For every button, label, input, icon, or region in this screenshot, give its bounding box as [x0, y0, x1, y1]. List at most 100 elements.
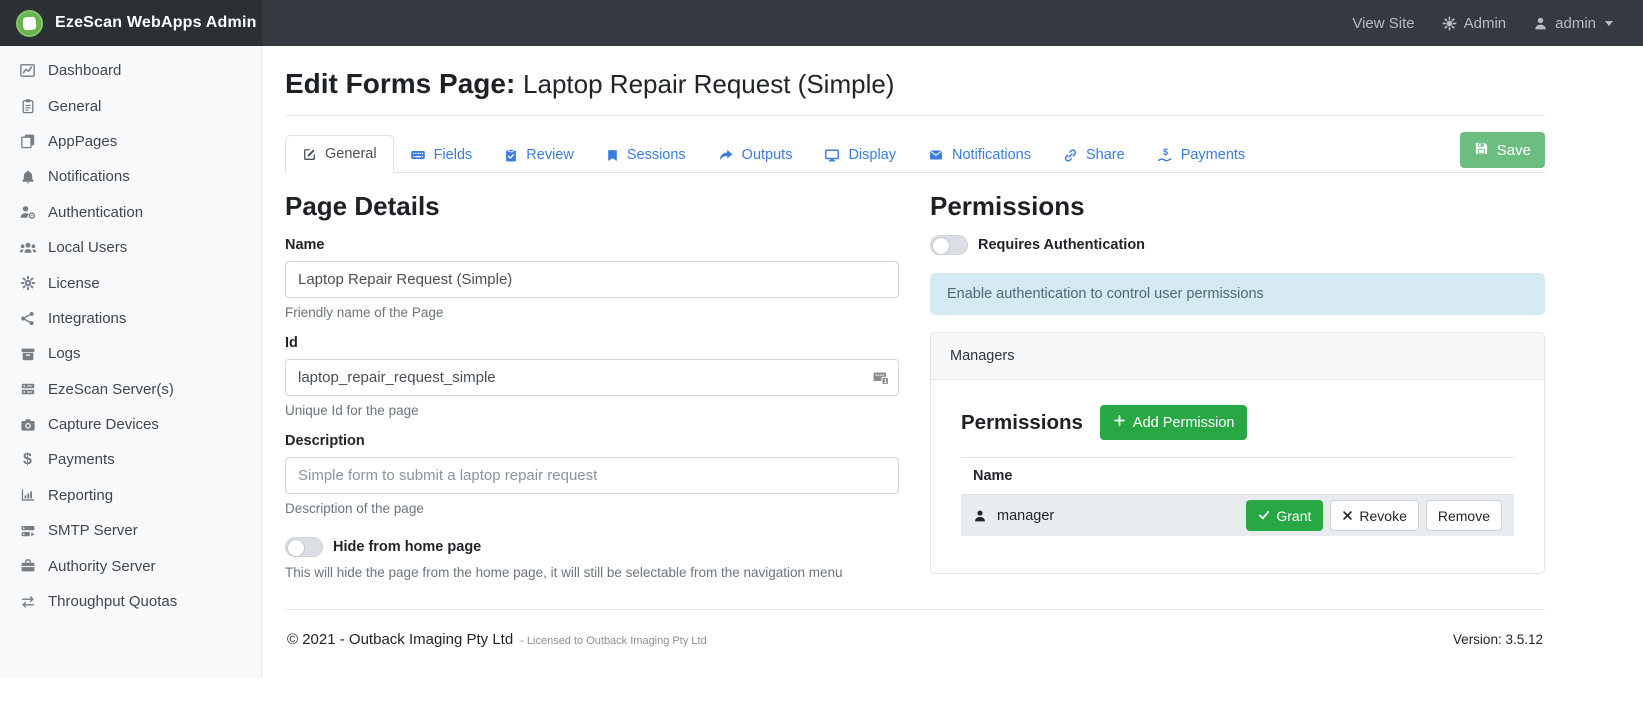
remove-label: Remove [1438, 508, 1490, 524]
sidebar-item-label: Integrations [48, 310, 126, 327]
sidebar-item-label: Authority Server [48, 558, 156, 575]
server-icon [17, 381, 38, 397]
sidebar-item-authentication[interactable]: Authentication [0, 195, 261, 230]
tab-review[interactable]: Review [488, 137, 590, 173]
navbar-brand[interactable]: EzeScan WebApps Admin [0, 0, 262, 46]
bell-icon [17, 169, 38, 185]
keyboard-icon [410, 147, 426, 163]
user-icon [973, 509, 987, 523]
share-nodes-icon [17, 311, 38, 326]
sidebar-item-label: Payments [48, 451, 115, 468]
requires-auth-label: Requires Authentication [978, 237, 1145, 253]
grant-button[interactable]: Grant [1246, 500, 1323, 531]
briefcase-icon [17, 558, 38, 574]
tab-sessions[interactable]: Sessions [590, 137, 702, 173]
managers-panel-header[interactable]: Managers [931, 333, 1544, 380]
sidebar-item-notifications[interactable]: Notifications [0, 159, 261, 194]
sidebar-item-smtp-server[interactable]: SMTP Server [0, 513, 261, 548]
name-input[interactable] [285, 261, 899, 298]
tab-notifications[interactable]: Notifications [912, 137, 1047, 173]
tab-payments[interactable]: $ Payments [1141, 137, 1261, 173]
user-menu[interactable]: admin [1533, 15, 1613, 32]
archive-icon [17, 346, 38, 362]
revoke-label: Revoke [1359, 508, 1406, 524]
managers-card-body: Permissions Add Permission [931, 380, 1544, 573]
hide-from-home-help: This will hide the page from the home pa… [285, 565, 899, 580]
remove-button[interactable]: Remove [1426, 500, 1502, 531]
description-help: Description of the page [285, 501, 899, 516]
plus-icon [1113, 414, 1126, 431]
admin-link[interactable]: Admin [1442, 15, 1507, 32]
tab-label: Sessions [627, 147, 686, 163]
floppy-icon [1474, 141, 1489, 160]
sidebar-item-label: Authentication [48, 204, 143, 221]
auth-info-alert: Enable authentication to control user pe… [930, 273, 1545, 315]
permissions-section: Permissions Requires Authentication Enab… [930, 191, 1545, 580]
name-help: Friendly name of the Page [285, 305, 899, 320]
save-label: Save [1497, 142, 1531, 159]
version-text: Version: 3.5.12 [1453, 632, 1543, 647]
caret-down-icon [1605, 21, 1613, 26]
sidebar-item-throughput-quotas[interactable]: Throughput Quotas [0, 584, 261, 619]
view-site-link[interactable]: View Site [1352, 15, 1414, 32]
description-input[interactable] [285, 457, 899, 494]
permissions-subheading: Permissions [961, 411, 1083, 435]
navbar-right: View Site Admin [1352, 0, 1643, 46]
sidebar-item-reporting[interactable]: Reporting [0, 478, 261, 513]
permission-user-name: manager [997, 508, 1054, 524]
dollar-icon: $ [17, 451, 38, 469]
clipboard-icon [17, 98, 38, 114]
tab-label: Payments [1181, 147, 1245, 163]
sidebar-item-label: SMTP Server [48, 522, 138, 539]
sidebar: Dashboard General [0, 46, 262, 678]
sidebar-item-license[interactable]: License [0, 265, 261, 300]
hide-from-home-row: Hide from home page [285, 537, 899, 557]
sidebar-item-label: Logs [48, 345, 81, 362]
requires-auth-toggle[interactable] [930, 235, 968, 255]
sidebar-item-general[interactable]: General [0, 88, 261, 123]
x-icon [1342, 508, 1353, 524]
id-input[interactable] [285, 359, 899, 396]
add-permission-button[interactable]: Add Permission [1100, 405, 1248, 440]
sidebar-item-dashboard[interactable]: Dashboard [0, 53, 261, 88]
permissions-heading: Permissions [930, 191, 1545, 222]
save-button[interactable]: Save [1460, 132, 1545, 168]
sidebar-item-capture-devices[interactable]: Capture Devices [0, 407, 261, 442]
generate-id-icon[interactable]: 1 [872, 368, 890, 391]
page-footer: © 2021 - Outback Imaging Pty Ltd - Licen… [285, 610, 1545, 648]
sidebar-item-apppages[interactable]: AppPages [0, 124, 261, 159]
licensed-text: - Licensed to Outback Imaging Pty Ltd [520, 635, 707, 647]
user-key-icon [17, 204, 38, 220]
tab-label: Review [526, 147, 574, 163]
tab-general[interactable]: General [285, 135, 394, 173]
sidebar-item-label: EzeScan Server(s) [48, 381, 174, 398]
name-column-header: Name [961, 457, 1514, 495]
tab-share[interactable]: Share [1047, 137, 1141, 173]
tab-label: Notifications [952, 147, 1031, 163]
link-icon [1063, 148, 1078, 163]
page-title: Edit Forms Page: Laptop Repair Request (… [285, 68, 1545, 100]
revoke-button[interactable]: Revoke [1330, 500, 1418, 531]
bookmark-icon [606, 148, 619, 163]
envelope-icon [928, 148, 944, 162]
bar-chart-icon [17, 487, 38, 503]
tab-label: Display [848, 147, 896, 163]
name-form-group: Name Friendly name of the Page [285, 237, 899, 320]
id-form-group: Id 1 [285, 335, 899, 418]
tab-display[interactable]: Display [808, 137, 912, 173]
tab-outputs[interactable]: Outputs [702, 137, 809, 173]
page-title-name: Laptop Repair Request (Simple) [523, 69, 894, 99]
tab-fields[interactable]: Fields [394, 137, 489, 173]
page-title-bold: Edit Forms Page: [285, 68, 515, 99]
sidebar-item-label: License [48, 275, 100, 292]
sidebar-item-payments[interactable]: $ Payments [0, 442, 261, 477]
sidebar-item-logs[interactable]: Logs [0, 336, 261, 371]
sidebar-item-local-users[interactable]: Local Users [0, 230, 261, 265]
sidebar-item-integrations[interactable]: Integrations [0, 301, 261, 336]
sidebar-item-authority-server[interactable]: Authority Server [0, 548, 261, 583]
users-icon [17, 240, 38, 256]
sidebar-item-ezescan-servers[interactable]: EzeScan Server(s) [0, 372, 261, 407]
sidebar-item-label: Local Users [48, 239, 127, 256]
hide-from-home-toggle[interactable] [285, 537, 323, 557]
page-details-section: Page Details Name Friendly name of the P… [285, 191, 899, 580]
